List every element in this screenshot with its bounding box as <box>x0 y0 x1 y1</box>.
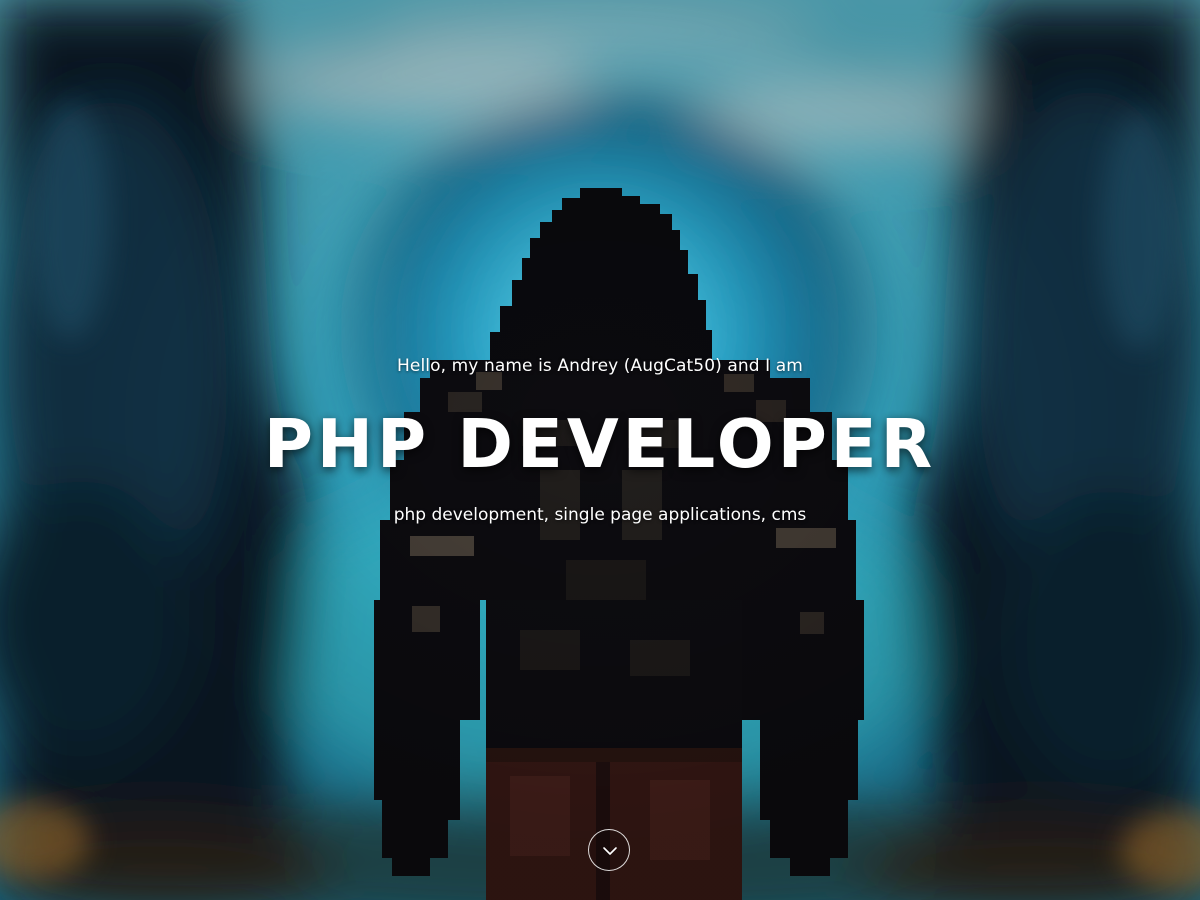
hero-section: Hello, my name is Andrey (AugCat50) and … <box>0 0 1200 900</box>
hero-intro-text: Hello, my name is Andrey (AugCat50) and … <box>397 356 803 376</box>
chevron-down-icon <box>603 847 617 855</box>
hero-headline: PHP DEVELOPER <box>263 405 937 483</box>
hero-tagline: php development, single page application… <box>393 505 807 525</box>
scroll-down-button[interactable] <box>588 829 630 871</box>
